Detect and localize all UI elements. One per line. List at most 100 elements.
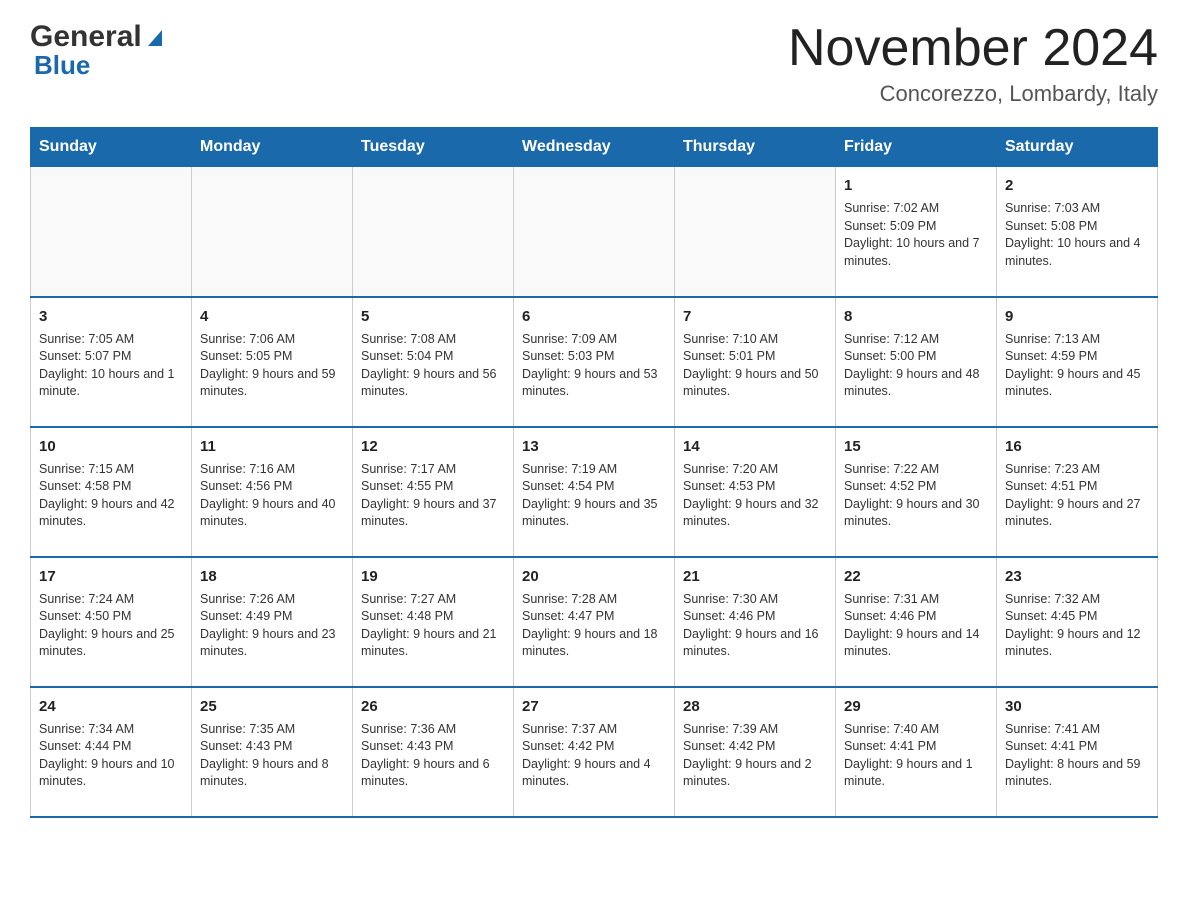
day-info: Sunrise: 7:39 AM Sunset: 4:42 PM Dayligh…	[683, 721, 827, 791]
day-number: 14	[683, 436, 827, 457]
calendar-cell: 18 Sunrise: 7:26 AM Sunset: 4:49 PM Dayli…	[192, 557, 353, 687]
day-number: 27	[522, 696, 666, 717]
calendar-cell: 21Sunrise: 7:30 AM Sunset: 4:46 PM Dayli…	[675, 557, 836, 687]
calendar-cell: 14 Sunrise: 7:20 AM Sunset: 4:53 PM Dayli…	[675, 427, 836, 557]
calendar-cell: 2Sunrise: 7:03 AM Sunset: 5:08 PM Daylig…	[997, 167, 1158, 297]
day-number: 10	[39, 436, 183, 457]
day-of-week-header: Saturday	[997, 128, 1158, 167]
day-info: Sunrise: 7:02 AM Sunset: 5:09 PM Dayligh…	[844, 200, 988, 270]
day-number: 4	[200, 306, 344, 327]
calendar-cell: 27 Sunrise: 7:37 AM Sunset: 4:42 PM Dayli…	[514, 687, 675, 817]
calendar-cell	[31, 167, 192, 297]
day-number: 20	[522, 566, 666, 587]
calendar-week-row: 17Sunrise: 7:24 AM Sunset: 4:50 PM Dayli…	[31, 557, 1158, 687]
calendar-cell: 20 Sunrise: 7:28 AM Sunset: 4:47 PM Dayli…	[514, 557, 675, 687]
calendar-cell: 11 Sunrise: 7:16 AM Sunset: 4:56 PM Dayli…	[192, 427, 353, 557]
logo-blue-text: Blue	[30, 50, 90, 81]
day-info: Sunrise: 7:15 AM Sunset: 4:58 PM Dayligh…	[39, 461, 183, 531]
day-info: Sunrise: 7:28 AM Sunset: 4:47 PM Dayligh…	[522, 591, 666, 661]
day-number: 3	[39, 306, 183, 327]
day-info: Sunrise: 7:06 AM Sunset: 5:05 PM Dayligh…	[200, 331, 344, 401]
day-info: Sunrise: 7:24 AM Sunset: 4:50 PM Dayligh…	[39, 591, 183, 661]
logo-general-text: General	[30, 20, 142, 54]
day-of-week-header: Tuesday	[353, 128, 514, 167]
day-info: Sunrise: 7:26 AM Sunset: 4:49 PM Dayligh…	[200, 591, 344, 661]
day-info: Sunrise: 7:23 AM Sunset: 4:51 PM Dayligh…	[1005, 461, 1149, 531]
calendar-cell	[192, 167, 353, 297]
calendar-cell: 9 Sunrise: 7:13 AM Sunset: 4:59 PM Daylig…	[997, 297, 1158, 427]
calendar-cell: 19 Sunrise: 7:27 AM Sunset: 4:48 PM Dayli…	[353, 557, 514, 687]
day-number: 9	[1005, 306, 1149, 327]
day-number: 7	[683, 306, 827, 327]
day-of-week-header: Sunday	[31, 128, 192, 167]
calendar-cell: 23 Sunrise: 7:32 AM Sunset: 4:45 PM Dayli…	[997, 557, 1158, 687]
day-number: 28	[683, 696, 827, 717]
calendar-cell: 28 Sunrise: 7:39 AM Sunset: 4:42 PM Dayli…	[675, 687, 836, 817]
calendar-cell: 12 Sunrise: 7:17 AM Sunset: 4:55 PM Dayli…	[353, 427, 514, 557]
day-number: 29	[844, 696, 988, 717]
day-info: Sunrise: 7:27 AM Sunset: 4:48 PM Dayligh…	[361, 591, 505, 661]
day-number: 19	[361, 566, 505, 587]
calendar-cell	[353, 167, 514, 297]
day-info: Sunrise: 7:12 AM Sunset: 5:00 PM Dayligh…	[844, 331, 988, 401]
day-info: Sunrise: 7:32 AM Sunset: 4:45 PM Dayligh…	[1005, 591, 1149, 661]
day-number: 18	[200, 566, 344, 587]
day-of-week-header: Monday	[192, 128, 353, 167]
calendar-cell: 1 Sunrise: 7:02 AM Sunset: 5:09 PM Daylig…	[836, 167, 997, 297]
calendar-cell: 13Sunrise: 7:19 AM Sunset: 4:54 PM Dayli…	[514, 427, 675, 557]
day-number: 16	[1005, 436, 1149, 457]
day-info: Sunrise: 7:16 AM Sunset: 4:56 PM Dayligh…	[200, 461, 344, 531]
calendar-cell: 25Sunrise: 7:35 AM Sunset: 4:43 PM Dayli…	[192, 687, 353, 817]
calendar-cell: 15 Sunrise: 7:22 AM Sunset: 4:52 PM Dayli…	[836, 427, 997, 557]
day-number: 21	[683, 566, 827, 587]
calendar-cell: 17Sunrise: 7:24 AM Sunset: 4:50 PM Dayli…	[31, 557, 192, 687]
page-header: General Blue November 2024 Concorezzo, L…	[30, 20, 1158, 107]
day-number: 5	[361, 306, 505, 327]
title-area: November 2024 Concorezzo, Lombardy, Ital…	[788, 20, 1158, 107]
day-of-week-header: Friday	[836, 128, 997, 167]
month-title: November 2024	[788, 20, 1158, 77]
day-info: Sunrise: 7:08 AM Sunset: 5:04 PM Dayligh…	[361, 331, 505, 401]
day-info: Sunrise: 7:10 AM Sunset: 5:01 PM Dayligh…	[683, 331, 827, 401]
day-info: Sunrise: 7:34 AM Sunset: 4:44 PM Dayligh…	[39, 721, 183, 791]
day-info: Sunrise: 7:09 AM Sunset: 5:03 PM Dayligh…	[522, 331, 666, 401]
day-number: 22	[844, 566, 988, 587]
day-info: Sunrise: 7:17 AM Sunset: 4:55 PM Dayligh…	[361, 461, 505, 531]
calendar-cell: 6Sunrise: 7:09 AM Sunset: 5:03 PM Daylig…	[514, 297, 675, 427]
calendar-cell: 8Sunrise: 7:12 AM Sunset: 5:00 PM Daylig…	[836, 297, 997, 427]
calendar-cell: 29 Sunrise: 7:40 AM Sunset: 4:41 PM Dayli…	[836, 687, 997, 817]
calendar-cell: 3 Sunrise: 7:05 AM Sunset: 5:07 PM Daylig…	[31, 297, 192, 427]
day-number: 11	[200, 436, 344, 457]
day-number: 1	[844, 175, 988, 196]
calendar-cell	[514, 167, 675, 297]
calendar-table: SundayMondayTuesdayWednesdayThursdayFrid…	[30, 127, 1158, 818]
day-info: Sunrise: 7:05 AM Sunset: 5:07 PM Dayligh…	[39, 331, 183, 401]
day-info: Sunrise: 7:37 AM Sunset: 4:42 PM Dayligh…	[522, 721, 666, 791]
day-number: 25	[200, 696, 344, 717]
calendar-cell: 24Sunrise: 7:34 AM Sunset: 4:44 PM Dayli…	[31, 687, 192, 817]
day-info: Sunrise: 7:40 AM Sunset: 4:41 PM Dayligh…	[844, 721, 988, 791]
calendar-cell: 5 Sunrise: 7:08 AM Sunset: 5:04 PM Daylig…	[353, 297, 514, 427]
calendar-cell: 30Sunrise: 7:41 AM Sunset: 4:41 PM Dayli…	[997, 687, 1158, 817]
location-label: Concorezzo, Lombardy, Italy	[788, 81, 1158, 107]
calendar-cell: 26 Sunrise: 7:36 AM Sunset: 4:43 PM Dayli…	[353, 687, 514, 817]
day-number: 15	[844, 436, 988, 457]
day-number: 30	[1005, 696, 1149, 717]
day-info: Sunrise: 7:31 AM Sunset: 4:46 PM Dayligh…	[844, 591, 988, 661]
calendar-cell	[675, 167, 836, 297]
calendar-cell: 4 Sunrise: 7:06 AM Sunset: 5:05 PM Daylig…	[192, 297, 353, 427]
day-info: Sunrise: 7:36 AM Sunset: 4:43 PM Dayligh…	[361, 721, 505, 791]
calendar-cell: 22 Sunrise: 7:31 AM Sunset: 4:46 PM Dayli…	[836, 557, 997, 687]
day-info: Sunrise: 7:13 AM Sunset: 4:59 PM Dayligh…	[1005, 331, 1149, 401]
day-of-week-header: Wednesday	[514, 128, 675, 167]
day-number: 13	[522, 436, 666, 457]
day-info: Sunrise: 7:03 AM Sunset: 5:08 PM Dayligh…	[1005, 200, 1149, 270]
day-number: 26	[361, 696, 505, 717]
day-info: Sunrise: 7:22 AM Sunset: 4:52 PM Dayligh…	[844, 461, 988, 531]
calendar-week-row: 24Sunrise: 7:34 AM Sunset: 4:44 PM Dayli…	[31, 687, 1158, 817]
day-number: 12	[361, 436, 505, 457]
day-info: Sunrise: 7:20 AM Sunset: 4:53 PM Dayligh…	[683, 461, 827, 531]
calendar-cell: 7 Sunrise: 7:10 AM Sunset: 5:01 PM Daylig…	[675, 297, 836, 427]
day-number: 23	[1005, 566, 1149, 587]
calendar-week-row: 10 Sunrise: 7:15 AM Sunset: 4:58 PM Dayli…	[31, 427, 1158, 557]
